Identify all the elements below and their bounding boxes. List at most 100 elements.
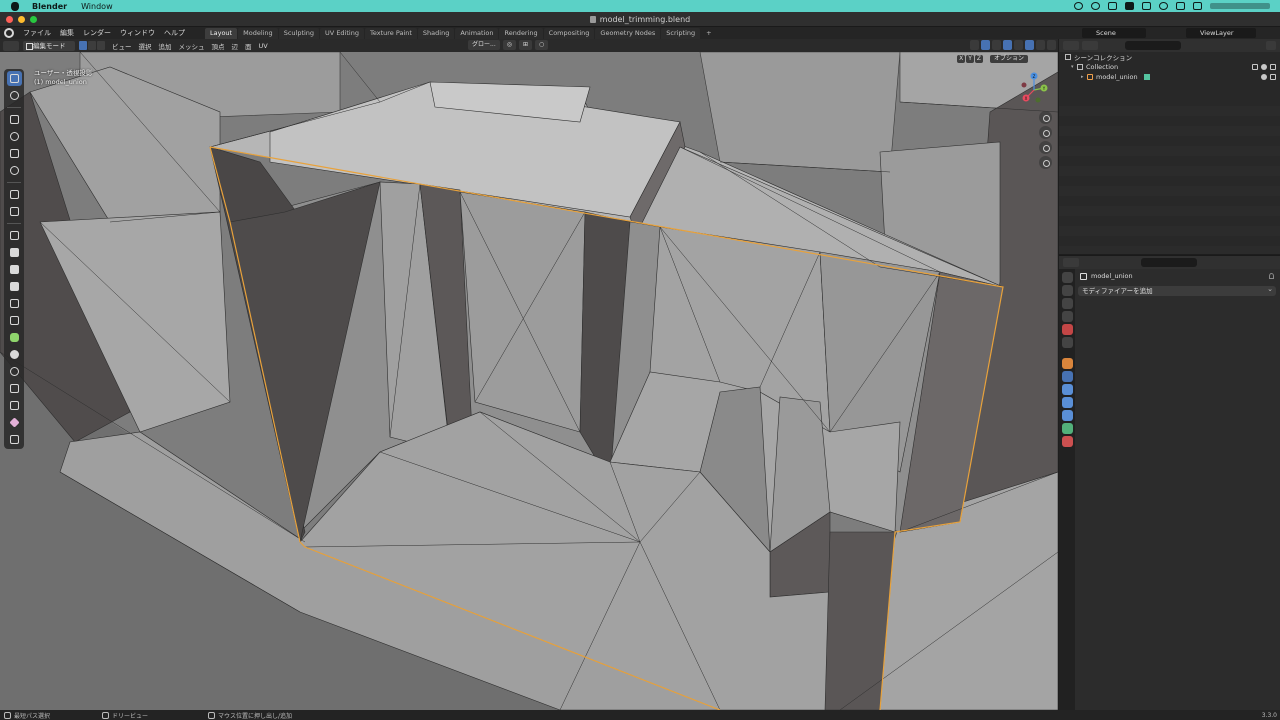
properties-editor-type-button[interactable] xyxy=(1063,258,1079,267)
material-shading-icon[interactable] xyxy=(1036,40,1045,50)
gizmo-neg-y-icon[interactable] xyxy=(1035,97,1041,103)
window-menu[interactable]: Window xyxy=(81,2,113,11)
mirror-z-toggle[interactable]: Z xyxy=(974,55,983,63)
apple-icon[interactable] xyxy=(8,0,22,12)
mesh-render[interactable] xyxy=(0,52,1058,710)
menu-file[interactable]: ファイル xyxy=(23,28,51,38)
outliner-row-model-union[interactable]: ▸ model_union xyxy=(1059,72,1280,82)
zoom-window-icon[interactable] xyxy=(30,16,37,23)
output-tab-icon[interactable] xyxy=(1061,298,1073,309)
particles-tab-icon[interactable] xyxy=(1061,384,1073,395)
pin-icon[interactable] xyxy=(1269,273,1274,279)
cursor-tool-icon[interactable] xyxy=(7,88,22,103)
menu-render[interactable]: レンダー xyxy=(83,28,111,38)
world-tab-icon[interactable] xyxy=(1061,337,1073,348)
search-icon[interactable] xyxy=(1176,2,1185,10)
shear-tool-icon[interactable] xyxy=(7,415,22,430)
eye-icon[interactable] xyxy=(1261,64,1267,70)
annotate-tool-icon[interactable] xyxy=(7,187,22,202)
grid-perspective-icon[interactable] xyxy=(1039,156,1052,169)
scale-tool-icon[interactable] xyxy=(7,146,22,161)
minimize-window-icon[interactable] xyxy=(18,16,25,23)
control-center-icon[interactable] xyxy=(1193,2,1202,10)
constraints-tab-icon[interactable] xyxy=(1061,410,1073,421)
tab-shading[interactable]: Shading xyxy=(417,27,455,39)
tab-animation[interactable]: Animation xyxy=(455,27,499,39)
pivot-point-icon[interactable]: ◎ xyxy=(502,40,516,50)
camera-icon[interactable] xyxy=(1270,74,1276,80)
poly-build-tool-icon[interactable] xyxy=(7,330,22,345)
app-menu[interactable]: Blender xyxy=(32,2,67,11)
rotate-tool-icon[interactable] xyxy=(7,129,22,144)
visibility-icon[interactable] xyxy=(970,40,979,50)
solid-shading-icon[interactable] xyxy=(1025,40,1034,50)
tab-geometry-nodes[interactable]: Geometry Nodes xyxy=(595,27,661,39)
mode-selector[interactable]: 編集モード xyxy=(23,40,75,51)
display-icon[interactable] xyxy=(1108,2,1117,10)
menu-edit[interactable]: 編集 xyxy=(60,28,74,38)
eye-icon[interactable] xyxy=(1261,74,1267,80)
vertex-select-icon[interactable] xyxy=(79,41,87,50)
tab-sculpting[interactable]: Sculpting xyxy=(278,27,320,39)
face-select-icon[interactable] xyxy=(97,41,105,50)
outliner-row-collection[interactable]: ▾ Collection xyxy=(1059,62,1280,72)
render-tab-icon[interactable] xyxy=(1061,285,1073,296)
add-modifier-dropdown[interactable]: モディファイアーを追加 xyxy=(1078,284,1276,296)
extrude-region-tool-icon[interactable] xyxy=(7,245,22,260)
outliner-row-scene-collection[interactable]: シーンコレクション xyxy=(1059,52,1280,62)
filter-icon[interactable] xyxy=(1266,41,1276,50)
checkbox-icon[interactable] xyxy=(1252,64,1258,70)
wifi-icon[interactable] xyxy=(1159,2,1168,10)
menu-view[interactable]: ビュー xyxy=(112,41,132,51)
mirror-y-toggle[interactable]: Y xyxy=(966,55,974,63)
close-window-icon[interactable] xyxy=(6,16,13,23)
tab-uv-editing[interactable]: UV Editing xyxy=(320,27,364,39)
transform-tool-icon[interactable] xyxy=(7,163,22,178)
snap-icon[interactable]: ⊞ xyxy=(518,40,533,50)
loop-cut-tool-icon[interactable] xyxy=(7,296,22,311)
menu-edge[interactable]: 辺 xyxy=(232,41,239,51)
camera-view-icon[interactable] xyxy=(1039,141,1052,154)
camera-icon[interactable] xyxy=(1270,64,1276,70)
modifier-wrench-icon[interactable] xyxy=(1061,371,1073,382)
pan-hand-icon[interactable] xyxy=(1039,126,1052,139)
3d-viewport[interactable]: ユーザー・透視投影 (1) model_union X Y Z オプション Y … xyxy=(0,52,1058,710)
record-icon[interactable] xyxy=(1074,2,1083,10)
shrink-fatten-tool-icon[interactable] xyxy=(7,398,22,413)
menu-select[interactable]: 選択 xyxy=(139,41,152,51)
object-tab-icon[interactable] xyxy=(1061,358,1073,369)
select-box-tool-icon[interactable] xyxy=(6,71,22,86)
spin-tool-icon[interactable] xyxy=(7,347,22,362)
data-tab-icon[interactable] xyxy=(1061,423,1073,434)
xray-toggle-icon[interactable] xyxy=(1003,40,1012,50)
zoom-icon[interactable] xyxy=(1039,111,1052,124)
options-dropdown[interactable]: オプション xyxy=(989,55,1028,63)
transform-orientation-dropdown[interactable]: グロー... xyxy=(468,40,500,50)
wireframe-shading-icon[interactable] xyxy=(1014,40,1023,50)
tab-scripting[interactable]: Scripting xyxy=(661,27,701,39)
knife-tool-icon[interactable] xyxy=(7,313,22,328)
display-mode-button[interactable] xyxy=(1082,41,1098,50)
edge-select-icon[interactable] xyxy=(88,41,96,50)
menu-mesh[interactable]: メッシュ xyxy=(179,41,205,51)
tab-compositing[interactable]: Compositing xyxy=(543,27,595,39)
physics-tab-icon[interactable] xyxy=(1061,397,1073,408)
add-cube-tool-icon[interactable] xyxy=(7,228,22,243)
menu-face[interactable]: 面 xyxy=(245,41,252,51)
outliner-search-input[interactable] xyxy=(1125,41,1181,50)
editor-type-button[interactable] xyxy=(3,40,19,51)
inset-faces-tool-icon[interactable] xyxy=(7,262,22,277)
add-workspace-button[interactable]: + xyxy=(701,28,716,39)
scene-selector[interactable]: Scene xyxy=(1082,28,1146,38)
move-tool-icon[interactable] xyxy=(7,112,22,127)
menu-vertex[interactable]: 頂点 xyxy=(212,41,225,51)
smooth-tool-icon[interactable] xyxy=(7,364,22,379)
menu-help[interactable]: ヘルプ xyxy=(164,28,185,38)
tool-tab-icon[interactable] xyxy=(1061,272,1073,283)
battery-icon[interactable] xyxy=(1142,2,1151,10)
tab-layout[interactable]: Layout xyxy=(205,27,238,39)
scene-tab-icon[interactable] xyxy=(1061,324,1073,335)
gizmo-toggle-icon[interactable] xyxy=(981,40,990,50)
menu-uv[interactable]: UV xyxy=(259,42,268,50)
menu-window[interactable]: ウィンドウ xyxy=(120,28,155,38)
